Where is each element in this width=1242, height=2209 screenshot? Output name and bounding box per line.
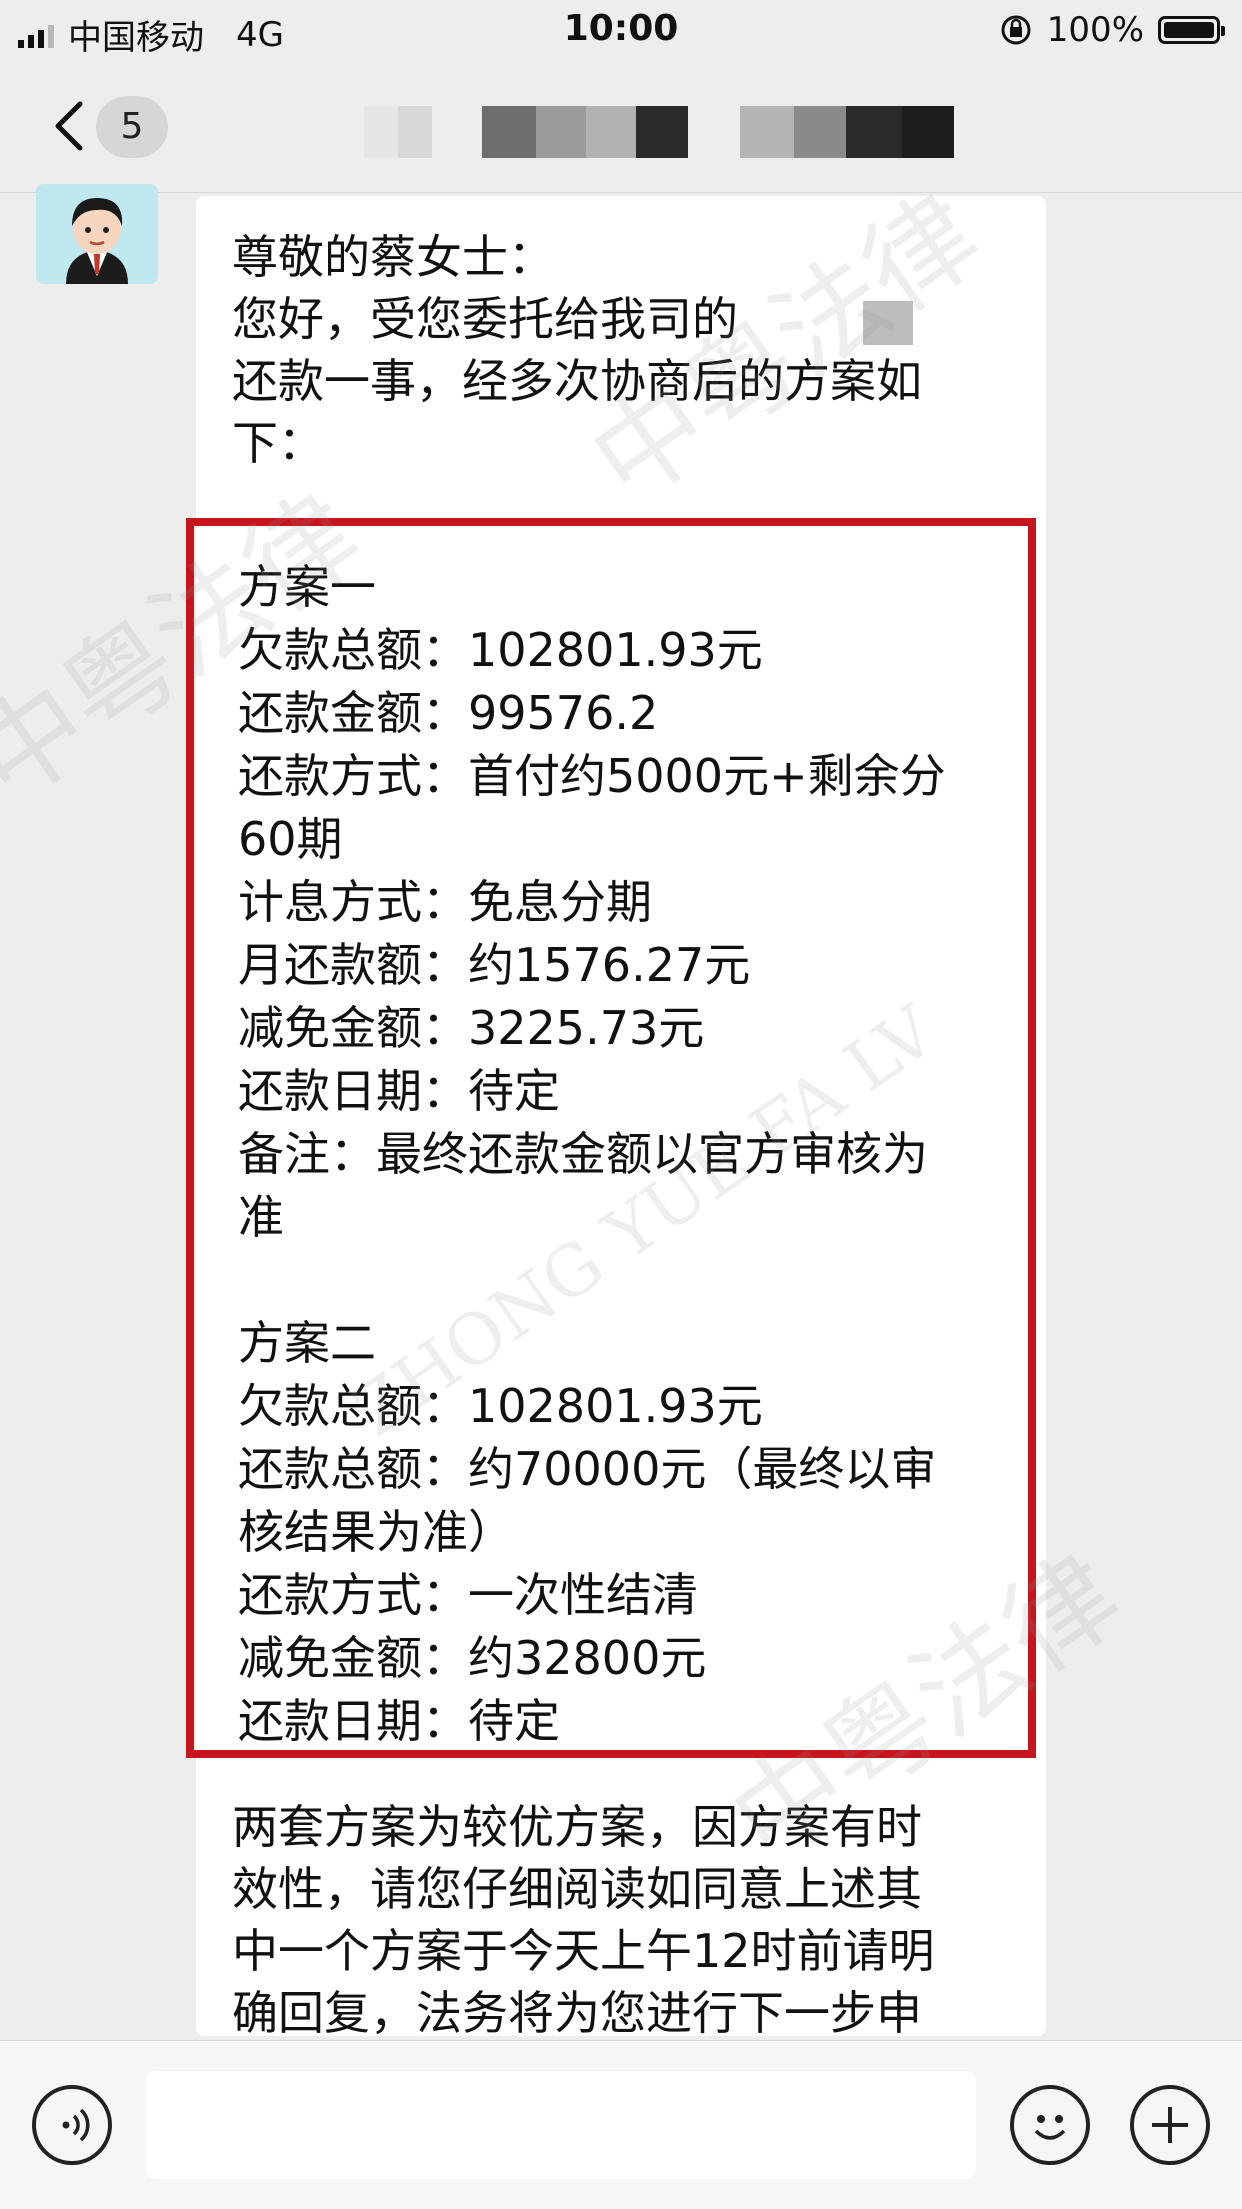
plan-row: 核结果为准） (238, 1501, 1028, 1564)
battery-icon (1158, 16, 1225, 44)
message-input[interactable] (146, 2071, 976, 2179)
back-chevron-icon[interactable] (44, 98, 100, 154)
plan-row: 准 (238, 1186, 1028, 1249)
plan-row-value: 102801.93元 (468, 623, 763, 677)
lawyer-avatar-icon (36, 184, 158, 284)
plan-row-label: 减免金额： (238, 1001, 468, 1055)
intro-line-1: 您好，受您委托给我司的 (232, 288, 1010, 350)
plan-spacer (238, 1249, 1028, 1312)
emoji-icon (1034, 2115, 1066, 2140)
plans-highlight-box: 方案一 欠款总额：102801.93元 还款金额：99576.2 还款方式：首付… (186, 518, 1036, 1758)
plan-row: 还款金额：99576.2 (238, 682, 1028, 745)
plan-row-value: 待定 (468, 1064, 560, 1118)
plan-row-value: 3225.73元 (468, 1001, 705, 1055)
plan-row-value: 待定 (468, 1694, 560, 1748)
plan-row: 减免金额：约32800元 (238, 1627, 1028, 1690)
plan-row-label: 欠款总额： (238, 1379, 468, 1433)
plan-row-value: 约32800元 (468, 1631, 707, 1685)
plan-row-value: 约70000元（最终以审 (468, 1442, 937, 1496)
plan-row-label: 还款方式： (238, 749, 468, 803)
intro-line-3: 下： (232, 416, 324, 470)
unread-count-badge[interactable]: 5 (96, 96, 168, 158)
voice-button[interactable] (32, 2085, 112, 2165)
chat-header: 5 (0, 62, 1242, 193)
intro-line-1-text: 您好，受您委托给我司的 (232, 292, 738, 346)
intro-line-2: 还款一事，经多次协商后的方案如 (232, 354, 922, 408)
closing-line: 效性，请您仔细阅读如同意上述其 (232, 1862, 922, 1916)
plan-row-label: 计息方式： (238, 875, 468, 929)
plan-row-label: 减免金额： (238, 1631, 468, 1685)
closing-line: 确回复，法务将为您进行下一步申 (232, 1986, 922, 2040)
emoji-button[interactable] (1010, 2085, 1090, 2165)
plan-row: 欠款总额：102801.93元 (238, 619, 1028, 682)
plan-row-value: 免息分期 (468, 875, 652, 929)
plan-row-value: 准 (238, 1190, 284, 1244)
greeting-text: 尊敬的蔡女士： (232, 230, 554, 284)
status-right: 100% (999, 10, 1225, 50)
plan-row-value: 60期 (238, 812, 343, 866)
plan-row-label: 备注： (238, 1127, 376, 1181)
closing-paragraph: 两套方案为较优方案，因方案有时 效性，请您仔细阅读如同意上述其 中一个方案于今天… (232, 1796, 935, 2044)
plan-row: 备注：最终还款金额以官方审核为 (238, 1123, 1028, 1186)
plan2-title: 方案二 (238, 1316, 376, 1370)
chat-title-redacted (364, 106, 954, 158)
plan-row-value: 首付约5000元+剩余分 (468, 749, 946, 803)
plan-row-label: 月还款额： (238, 938, 468, 992)
plan-row: 减免金额：3225.73元 (238, 997, 1028, 1060)
plan-row: 60期 (238, 808, 1028, 871)
plan-row: 还款日期：待定 (238, 1690, 1028, 1753)
plan-row-label: 还款金额： (238, 686, 468, 740)
chat-input-bar (0, 2040, 1242, 2209)
plan-row: 月还款额：约1576.27元 (238, 934, 1028, 997)
sender-avatar[interactable] (36, 184, 158, 284)
plan-row-value: 一次性结清 (468, 1568, 698, 1622)
plan-row: 计息方式：免息分期 (238, 871, 1028, 934)
plan-row-label: 还款日期： (238, 1694, 468, 1748)
plan-row-value: 99576.2 (468, 686, 659, 740)
plan-row-value: 102801.93元 (468, 1379, 763, 1433)
plan-row: 欠款总额：102801.93元 (238, 1375, 1028, 1438)
plan-row-label: 还款方式： (238, 1568, 468, 1622)
closing-line: 两套方案为较优方案，因方案有时 (232, 1800, 922, 1854)
plan-row-label: 还款日期： (238, 1064, 468, 1118)
plus-icon (1152, 2107, 1188, 2143)
plan-row: 还款总额：约70000元（最终以审 (238, 1438, 1028, 1501)
plan-row-value: 约1576.27元 (468, 938, 751, 992)
plan-row: 还款方式：首付约5000元+剩余分 (238, 745, 1028, 808)
battery-percent: 100% (1046, 10, 1144, 50)
plan-row: 还款方式：一次性结清 (238, 1564, 1028, 1627)
plan-row-value: 核结果为准） (238, 1505, 514, 1559)
status-bar: 中国移动 4G 10:00 100% (0, 0, 1242, 62)
rotation-lock-icon (1001, 15, 1031, 45)
closing-line: 中一个方案于今天上午12时前请明 (232, 1924, 935, 1978)
plan-row-label: 欠款总额： (238, 623, 468, 677)
redacted-block (862, 300, 913, 345)
plan-row-label: 还款总额： (238, 1442, 468, 1496)
plan-row-value: 最终还款金额以官方审核为 (376, 1127, 928, 1181)
more-button[interactable] (1130, 2085, 1210, 2165)
plan-row: 还款日期：待定 (238, 1060, 1028, 1123)
plan1-title: 方案一 (238, 560, 376, 614)
voice-icon (62, 2108, 90, 2142)
